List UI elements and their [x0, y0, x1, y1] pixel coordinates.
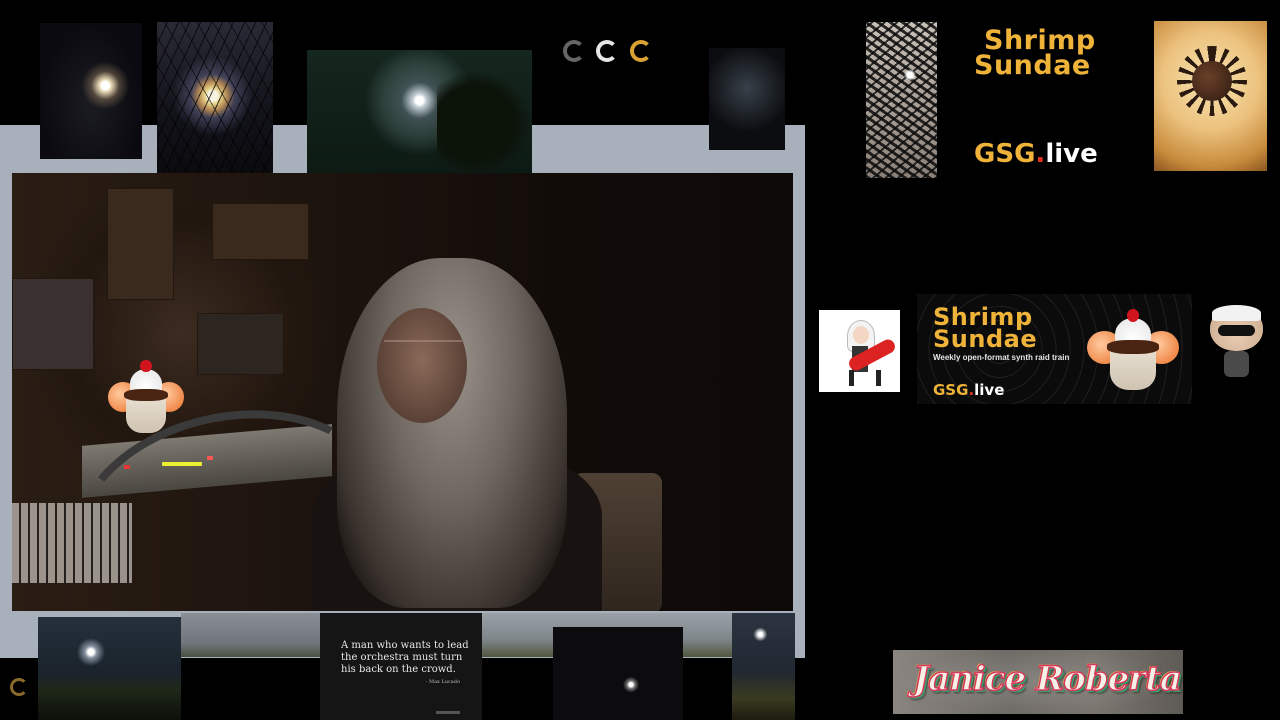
shrimp-logo-icon	[563, 40, 585, 62]
guitar-avatar-sticker	[819, 310, 900, 392]
tree-moon-photo	[866, 22, 937, 178]
banner-sundae-image	[1087, 304, 1179, 400]
quote-author: - Max Lucado	[425, 679, 460, 685]
moon-halo-photo	[157, 22, 273, 176]
quote-card: A man who wants to lead the orchestra mu…	[320, 613, 482, 720]
name-plate: Janice Roberta	[893, 650, 1183, 714]
shrimp-logo-icon	[630, 40, 652, 62]
banner-tagline: Weekly open-format synth raid train	[933, 353, 1070, 362]
gsg-text: GSG	[933, 381, 969, 399]
sky-photo	[181, 613, 320, 657]
moon-ring-photo	[307, 50, 532, 176]
shrimp-logo-icon	[10, 678, 28, 696]
quote-watermark	[436, 711, 460, 714]
banner-title-line2: Sundae	[933, 325, 1038, 353]
moon-photo-1	[40, 23, 142, 159]
brand-title-top: Shrimp Sundae	[974, 27, 1096, 79]
moon-lake-photo	[732, 613, 795, 720]
shrimp-logo-icon	[596, 40, 618, 62]
live-text: live	[1045, 139, 1098, 169]
quote-text: A man who wants to lead the orchestra mu…	[341, 640, 469, 675]
brand-title-line2: Sundae	[974, 50, 1091, 81]
sun-sculpture-photo	[1154, 21, 1267, 171]
banner-gsg-live-logo: GSG.live	[933, 381, 1004, 399]
live-text: live	[974, 381, 1005, 399]
shrimp-sundae-sticker	[106, 356, 186, 442]
funko-figure-sticker	[1210, 305, 1263, 379]
night-tree-photo	[709, 48, 785, 150]
night-moon-photo	[553, 627, 683, 720]
gsg-text: GSG	[974, 139, 1036, 169]
moon-field-photo	[38, 617, 181, 720]
gsg-dot: .	[1035, 139, 1046, 169]
banner-title: Shrimp Sundae	[933, 305, 1038, 353]
gsg-live-logo: GSG.live	[974, 139, 1098, 169]
shrimp-sundae-banner: Shrimp Sundae Weekly open-format synth r…	[917, 294, 1192, 404]
streamer-name: Janice Roberta	[912, 658, 1182, 700]
